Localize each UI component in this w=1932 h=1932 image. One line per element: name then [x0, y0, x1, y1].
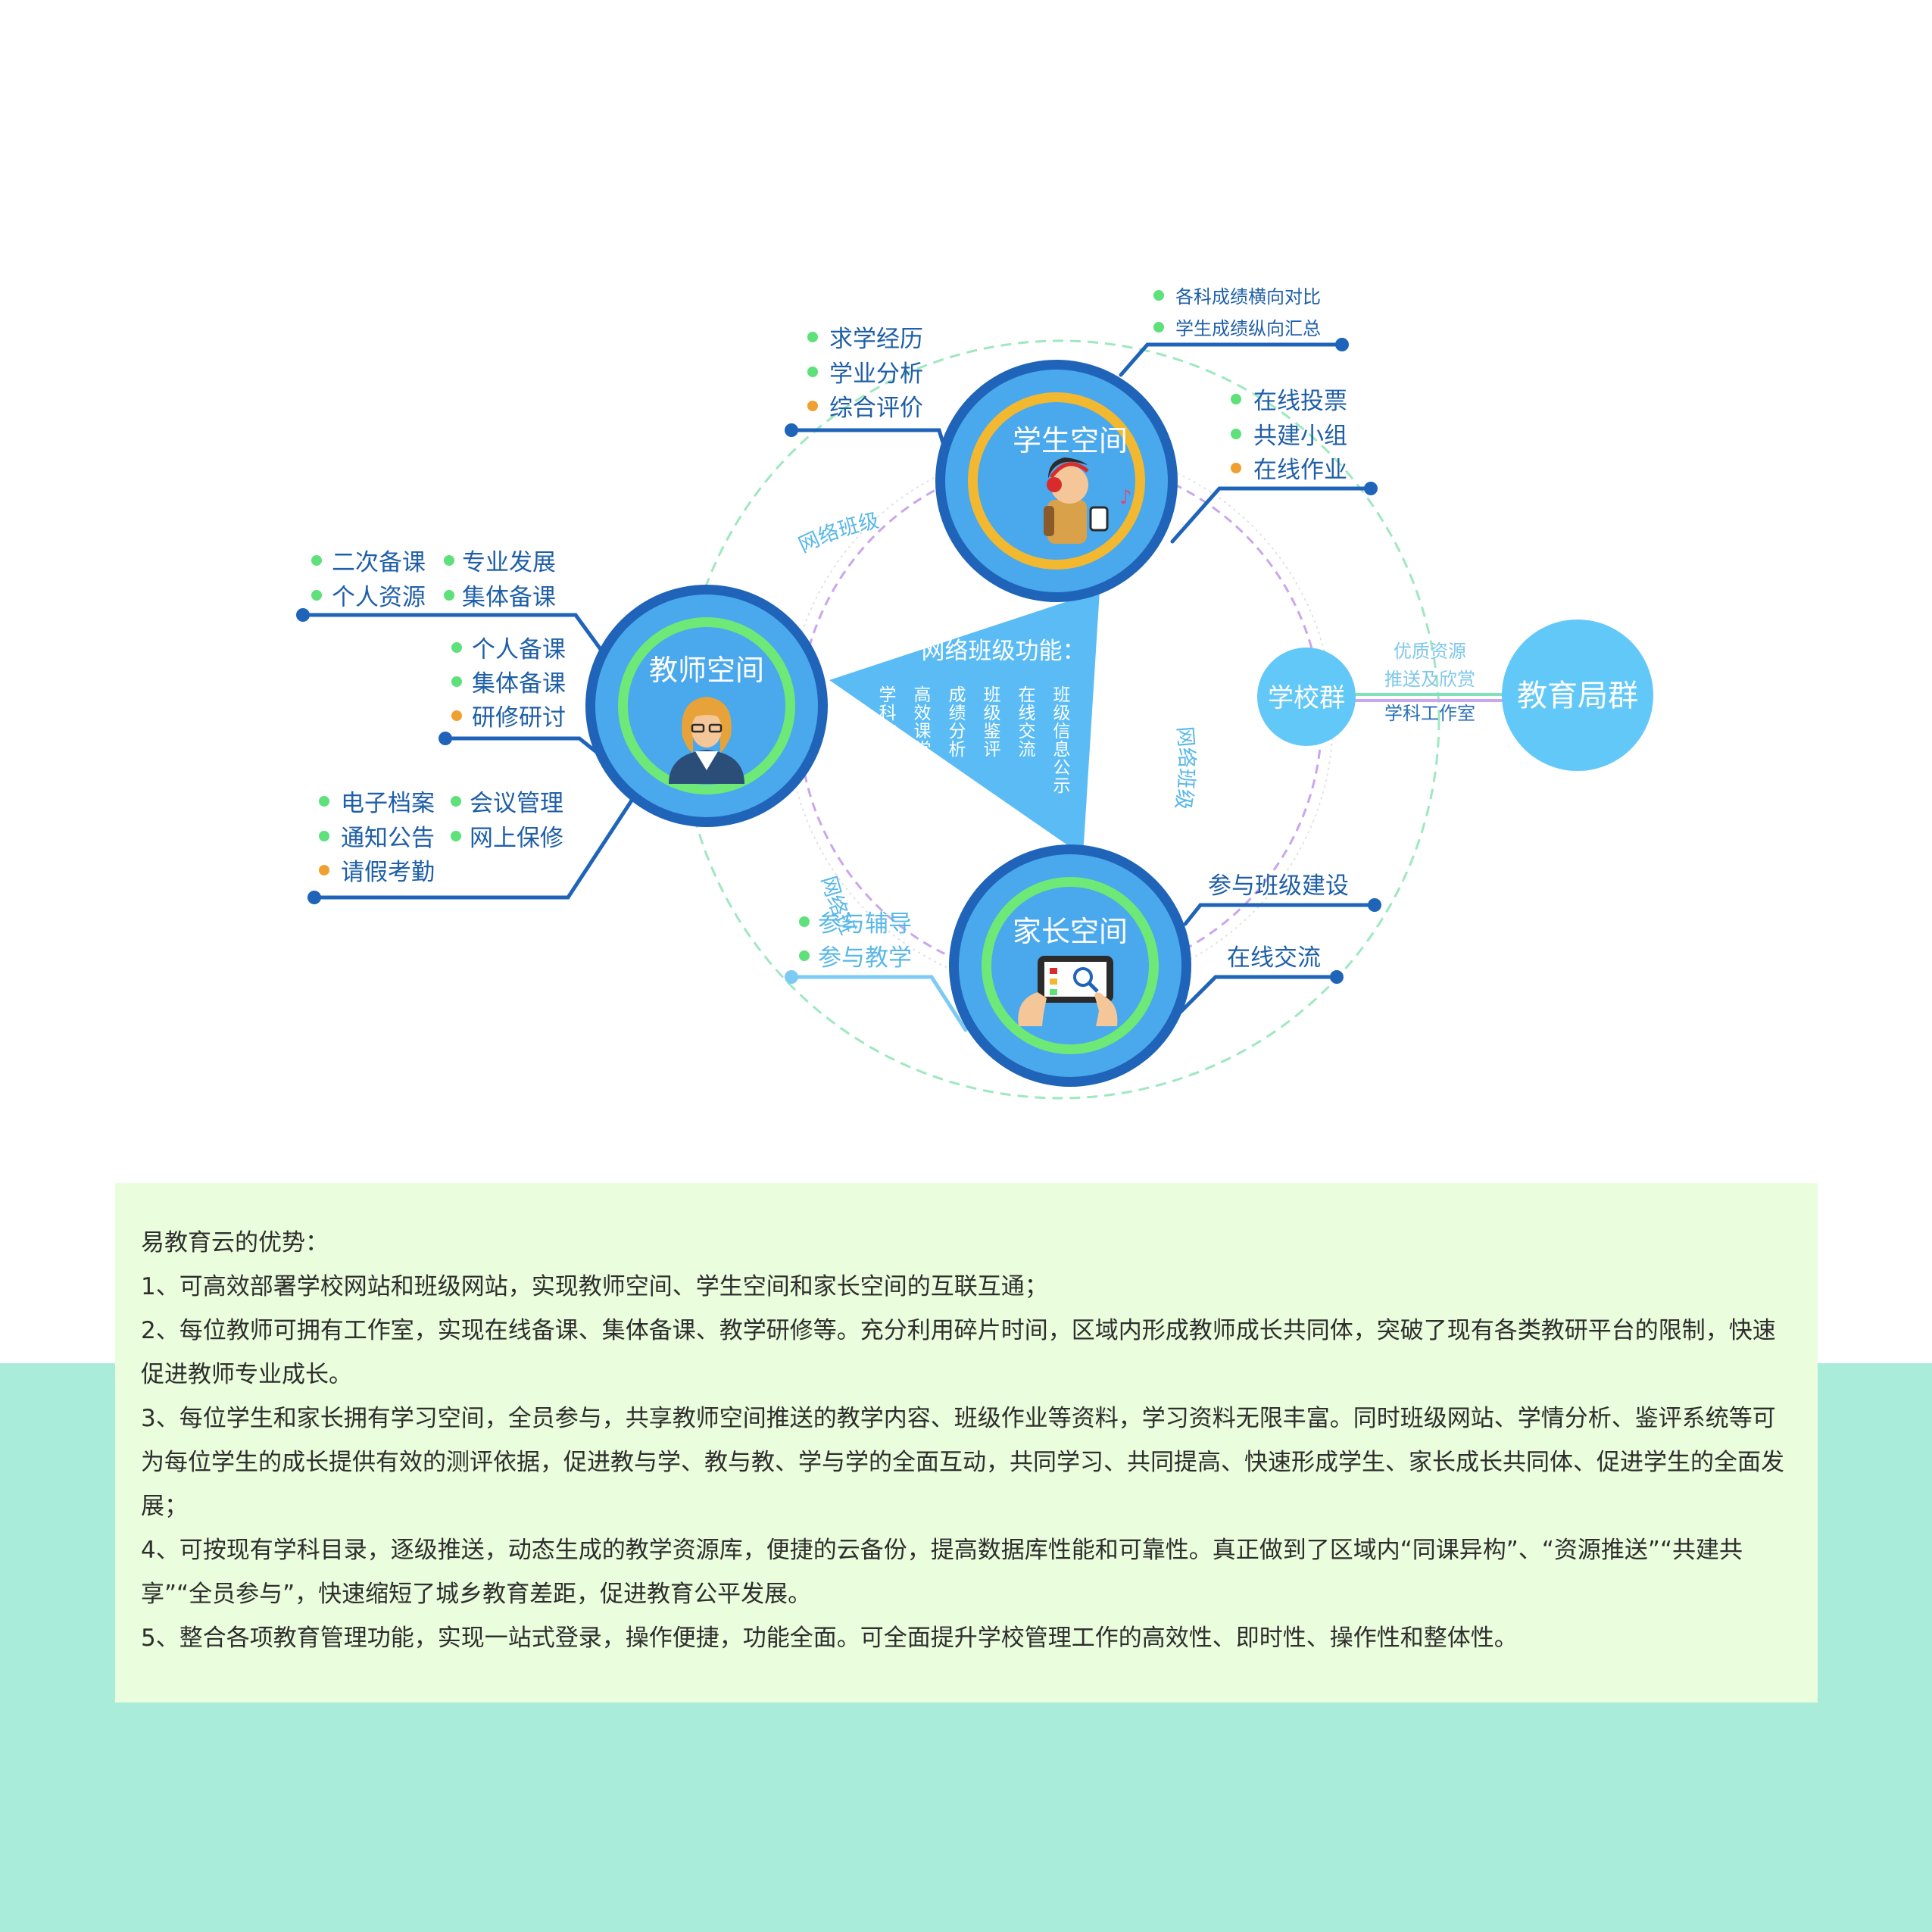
connector-endpoint — [1364, 482, 1378, 495]
bullet-dot — [807, 367, 818, 377]
panel-item: 2、每位教师可拥有工作室，实现在线备课、集体备课、教学研修等。充分利用碎片时间，… — [141, 1317, 1776, 1388]
bullet-dot — [1153, 322, 1164, 332]
teacher-item: 集体备课 — [462, 584, 556, 611]
parent-left-item: 参与教学 — [818, 944, 912, 972]
bullet-dot — [319, 831, 329, 841]
connector-student-left — [789, 428, 953, 470]
student-left-item: 综合评价 — [829, 395, 923, 422]
parent-space-title: 家长空间 — [1013, 915, 1128, 948]
teacher-item: 网上保修 — [470, 825, 563, 852]
bullet-dot — [319, 865, 329, 875]
panel-item: 3、每位学生和家长拥有学习空间，全员参与，共享教师空间推送的教学内容、班级作业等… — [141, 1405, 1784, 1520]
panel-item: 1、可高效部署学校网站和班级网站，实现教师空间、学生空间和家长空间的互联互通； — [141, 1273, 1048, 1300]
center-title: 网络班级功能： — [922, 638, 1086, 665]
bullet-dot — [311, 555, 322, 566]
parent-right-item: 参与班级建设 — [1208, 872, 1349, 900]
connector-endpoint — [1368, 898, 1381, 912]
connector-endpoint — [307, 891, 321, 904]
bullet-dot — [319, 796, 329, 807]
link-label: 学科工作室 — [1384, 703, 1475, 724]
connector-endpoint — [1330, 970, 1344, 984]
teacher-item: 请假考勤 — [341, 859, 435, 886]
svg-text:♪: ♪ — [1119, 486, 1132, 509]
center-column-text: 在线交流 — [1019, 685, 1036, 760]
bullet-dot — [444, 590, 454, 601]
bullet-dot — [451, 796, 461, 807]
bullet-dot — [451, 676, 462, 687]
student-top-item: 学生成绩纵向汇总 — [1175, 318, 1321, 339]
teacher-item: 集体备课 — [472, 670, 566, 698]
panel-heading: 易教育云的优势： — [141, 1229, 329, 1256]
center-column-text: 学科作业 — [879, 685, 897, 760]
teacher-item: 会议管理 — [470, 790, 563, 817]
connector-student-top — [1119, 342, 1344, 377]
student-left-item: 求学经历 — [829, 326, 923, 353]
teacher-group2-list: 个人备课 集体备课 研修研讨 — [451, 636, 566, 732]
teacher-item: 电子档案 — [341, 790, 435, 817]
connector-teacher-mid — [443, 736, 601, 756]
connector-endpoint — [785, 970, 798, 984]
bureau-group-label: 教育局群 — [1517, 679, 1638, 713]
ring-label-right: 网络班级 — [1171, 726, 1198, 811]
center-column-text: 成绩分析 — [949, 685, 966, 760]
student-left-item: 学业分析 — [829, 360, 923, 388]
bullet-dot — [1231, 429, 1241, 439]
teacher-item: 二次备课 — [332, 549, 426, 576]
teacher-item: 个人备课 — [472, 636, 566, 663]
teacher-space-title: 教师空间 — [649, 654, 764, 687]
student-top-item: 各科成绩横向对比 — [1175, 286, 1321, 307]
parent-left-item: 参与辅导 — [818, 910, 912, 938]
student-right-item: 在线作业 — [1253, 457, 1347, 484]
teacher-item: 研修研讨 — [472, 704, 566, 732]
teacher-space-node: 教师空间 — [585, 585, 828, 827]
bullet-dot — [311, 590, 322, 601]
bullet-dot — [807, 401, 818, 411]
connector-endpoint — [1335, 338, 1349, 351]
bullet-dot — [799, 950, 810, 961]
student-space-title: 学生空间 — [1013, 424, 1128, 457]
student-space-node: 学生空间 ♪ — [935, 360, 1178, 602]
link-label: 优质资源 — [1394, 641, 1466, 662]
center-column-text: 高效课堂 — [914, 685, 932, 760]
student-right-list: 在线投票 共建小组 在线作业 — [1231, 388, 1347, 484]
student-right-item: 在线投票 — [1253, 388, 1347, 415]
bullet-dot — [451, 831, 461, 841]
bullet-dot — [444, 555, 454, 566]
student-left-list: 求学经历 学业分析 综合评价 — [807, 326, 923, 422]
bullet-dot — [807, 332, 818, 342]
network-class-diagram: 网络班级 网络班级 网络班级 网络班级功能： 学科作业 高效课堂 成绩分析 班级… — [0, 0, 1653, 1100]
teacher-item: 专业发展 — [462, 549, 556, 576]
parent-right-item: 在线交流 — [1227, 944, 1321, 972]
connector-endpoint — [785, 423, 798, 437]
teacher-group3-list: 电子档案 会议管理 通知公告 网上保修 请假考勤 — [319, 790, 563, 886]
teacher-item: 个人资源 — [332, 584, 426, 611]
center-column-text: 班级信息公示 — [1053, 685, 1071, 796]
connector-parent-left — [789, 975, 968, 1032]
connector-student-right — [1170, 486, 1373, 544]
connector-endpoint — [439, 732, 452, 745]
teacher-group1-list: 二次备课 专业发展 个人资源 集体备课 — [311, 549, 556, 611]
bullet-dot — [451, 710, 462, 721]
bullet-dot — [799, 916, 810, 927]
connector-parent-right-bottom — [1175, 975, 1339, 1017]
teacher-item: 通知公告 — [341, 825, 435, 852]
ring-label-top: 网络班级 — [795, 509, 882, 557]
student-top-list: 各科成绩横向对比 学生成绩纵向汇总 — [1153, 286, 1321, 339]
panel-item: 4、可按现有学科目录，逐级推送，动态生成的教学资源库，便捷的云备份，提高数据库性… — [141, 1537, 1743, 1608]
panel-item: 5、整合各项教育管理功能，实现一站式登录，操作便捷，功能全面。可全面提升学校管理… — [141, 1625, 1518, 1652]
bullet-dot — [1231, 463, 1241, 473]
connector-endpoint — [296, 608, 310, 622]
parent-space-node: 家长空间 — [949, 844, 1191, 1087]
bullet-dot — [1231, 394, 1241, 404]
link-label: 推送及欣赏 — [1384, 669, 1475, 690]
center-column-text: 班级鉴评 — [984, 685, 1001, 760]
advantages-panel: 易教育云的优势： 1、可高效部署学校网站和班级网站，实现教师空间、学生空间和家长… — [115, 1183, 1818, 1703]
connector-parent-right-top — [1183, 903, 1377, 926]
bullet-dot — [451, 642, 462, 653]
bullet-dot — [1153, 290, 1164, 301]
school-group-label: 学校群 — [1268, 683, 1345, 713]
parent-left-list: 参与辅导 参与教学 — [799, 910, 912, 972]
student-right-item: 共建小组 — [1253, 423, 1347, 450]
